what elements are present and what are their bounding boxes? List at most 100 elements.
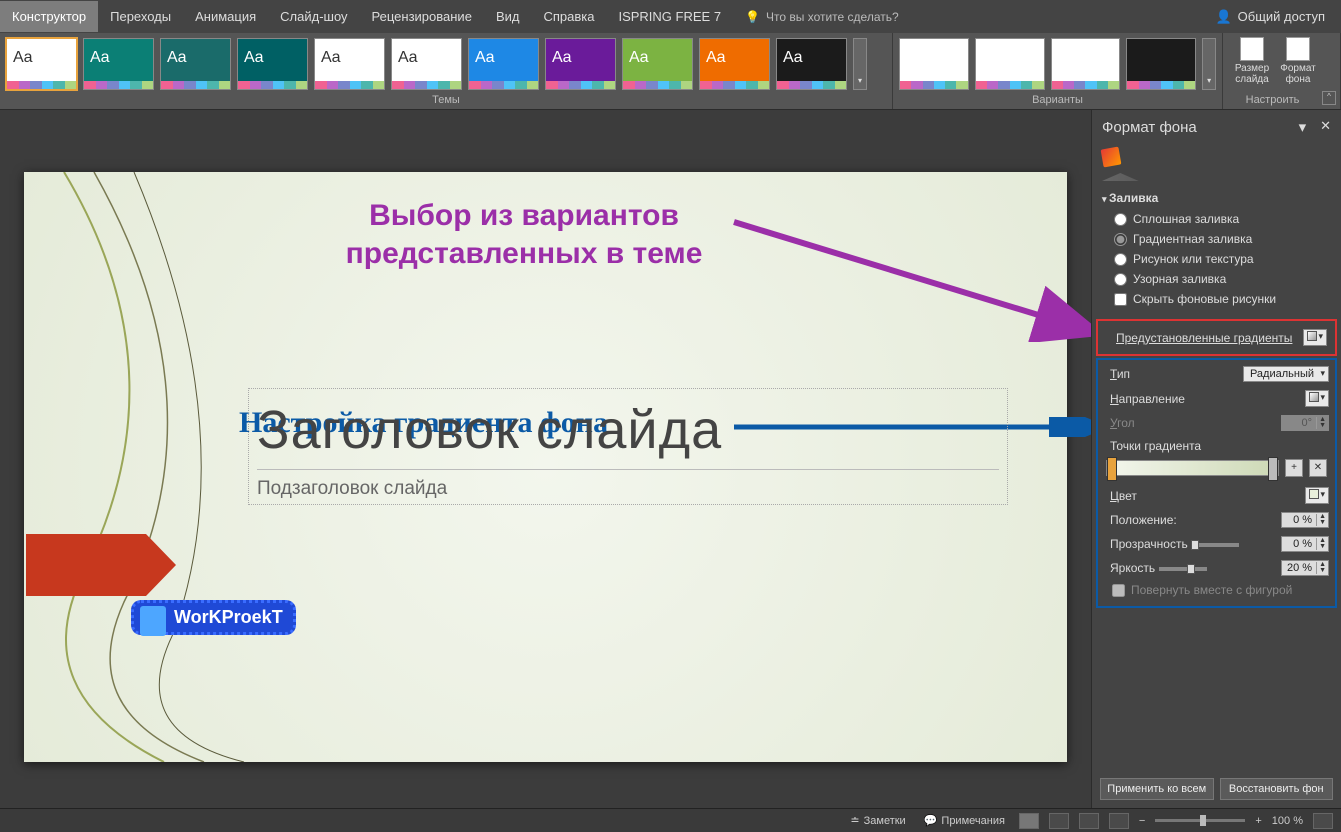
document-icon xyxy=(140,606,166,636)
zoom-out-button[interactable]: − xyxy=(1139,815,1145,827)
theme-thumb[interactable]: Aa xyxy=(83,38,154,90)
theme-thumb[interactable]: Aa xyxy=(776,38,847,90)
zoom-slider[interactable] xyxy=(1155,819,1245,822)
stops-label: Точки градиента xyxy=(1100,435,1333,453)
tab-help[interactable]: Справка xyxy=(531,1,606,32)
section-fill[interactable]: Заливка xyxy=(1102,187,1331,209)
pentagon-shape[interactable] xyxy=(26,534,176,596)
variant-thumb[interactable] xyxy=(975,38,1045,90)
direction-label: Направление xyxy=(1110,392,1185,406)
preset-gradients-box: Предустановленные градиенты xyxy=(1096,319,1337,356)
radio-pattern-fill[interactable]: Узорная заливка xyxy=(1102,269,1331,289)
tell-me-label: Что вы хотите сделать? xyxy=(766,10,899,24)
variant-thumb[interactable] xyxy=(1126,38,1196,90)
radio-solid-fill[interactable]: Сплошная заливка xyxy=(1102,209,1331,229)
tab-slideshow[interactable]: Слайд-шоу xyxy=(268,1,359,32)
reset-background-button[interactable]: Восстановить фон xyxy=(1220,778,1334,800)
angle-spinner: 0°▲▼ xyxy=(1281,415,1329,431)
variant-thumb[interactable] xyxy=(899,38,969,90)
slide-title[interactable]: Заголовок слайда xyxy=(257,399,999,461)
tab-review[interactable]: Рецензирование xyxy=(360,1,484,32)
tab-view[interactable]: Вид xyxy=(484,1,532,32)
title-placeholder[interactable]: Заголовок слайда Подзаголовок слайда xyxy=(248,388,1008,505)
tell-me[interactable]: 💡 Что вы хотите сделать? xyxy=(733,10,911,24)
radio-gradient-fill[interactable]: Градиентная заливка xyxy=(1102,229,1331,249)
gradient-stops-slider[interactable] xyxy=(1106,460,1279,476)
zoom-value[interactable]: 100 % xyxy=(1272,815,1303,827)
zoom-in-button[interactable]: + xyxy=(1255,815,1261,827)
transparency-spinner[interactable]: 0 %▲▼ xyxy=(1281,536,1329,552)
tab-design[interactable]: Конструктор xyxy=(0,1,98,32)
gradient-direction-dropdown[interactable] xyxy=(1305,390,1329,407)
variants-more-button[interactable]: ▾ xyxy=(1202,38,1216,90)
brightness-spinner[interactable]: 20 %▲▼ xyxy=(1281,560,1329,576)
color-label: Цвет xyxy=(1110,489,1137,503)
position-label: Положение: xyxy=(1110,513,1177,527)
angle-label: Угол xyxy=(1110,416,1135,430)
annotation-preset: Выбор из вариантовпредставленных в теме xyxy=(314,197,734,272)
checkbox-hide-bg-graphics[interactable]: Скрыть фоновые рисунки xyxy=(1102,289,1331,309)
radio-picture-fill[interactable]: Рисунок или текстура xyxy=(1102,249,1331,269)
sorter-view-button[interactable] xyxy=(1049,813,1069,829)
tab-transitions[interactable]: Переходы xyxy=(98,1,183,32)
slide-subtitle[interactable]: Подзаголовок слайда xyxy=(257,478,999,500)
apply-to-all-button[interactable]: Применить ко всем xyxy=(1100,778,1214,800)
tab-ispring[interactable]: ISPRING FREE 7 xyxy=(606,1,733,32)
person-icon: 👤 xyxy=(1215,9,1231,25)
logo-watermark: WorKProekT xyxy=(131,600,296,635)
group-label-customize: Настроить xyxy=(1223,92,1322,109)
theme-thumb[interactable]: Aa xyxy=(314,38,385,90)
status-bar: ≐Заметки 💬Примечания − + 100 % xyxy=(0,808,1341,832)
slide-workspace: Выбор из вариантовпредставленных в теме … xyxy=(0,110,1091,808)
slide-size-button[interactable]: Размер слайда xyxy=(1231,37,1273,85)
collapse-ribbon-button[interactable]: ^ xyxy=(1322,91,1336,105)
share-label: Общий доступ xyxy=(1238,9,1325,24)
type-label: Тип xyxy=(1110,367,1130,381)
panel-menu-button[interactable]: ▾ xyxy=(1299,118,1307,136)
format-bg-icon xyxy=(1286,37,1310,61)
theme-thumb[interactable]: Aa xyxy=(237,38,308,90)
arrow-icon xyxy=(724,212,1091,342)
format-background-button[interactable]: Формат фона xyxy=(1277,37,1319,85)
gradient-stop-handle[interactable] xyxy=(1268,457,1278,481)
slide-canvas[interactable]: Выбор из вариантовпредставленных в теме … xyxy=(24,172,1067,762)
comments-icon: 💬 xyxy=(924,814,938,827)
notes-button[interactable]: ≐Заметки xyxy=(846,814,909,827)
checkbox-rotate-with-shape: Повернуть вместе с фигурой xyxy=(1100,580,1333,600)
preset-gradients-dropdown[interactable] xyxy=(1303,329,1327,346)
theme-thumb[interactable]: Aa xyxy=(622,38,693,90)
group-label-variants: Варианты xyxy=(893,92,1222,109)
tab-animation[interactable]: Анимация xyxy=(183,1,268,32)
theme-thumb[interactable]: Aa xyxy=(160,38,231,90)
fit-to-window-button[interactable] xyxy=(1313,813,1333,829)
theme-thumb[interactable]: Aa xyxy=(545,38,616,90)
normal-view-button[interactable] xyxy=(1019,813,1039,829)
themes-gallery: Aa Aa Aa Aa Aa Aa Aa Aa Aa Aa Aa ▾ xyxy=(0,33,892,90)
ribbon-tabs: Конструктор Переходы Анимация Слайд-шоу … xyxy=(0,0,1341,33)
fill-bucket-icon[interactable] xyxy=(1101,147,1122,168)
gradient-stop-handle[interactable] xyxy=(1107,457,1117,481)
brightness-slider[interactable] xyxy=(1159,567,1207,571)
comments-button[interactable]: 💬Примечания xyxy=(920,814,1009,827)
group-label-themes: Темы xyxy=(0,92,892,109)
panel-close-button[interactable]: ✕ xyxy=(1320,118,1331,136)
remove-stop-button[interactable]: ✕ xyxy=(1309,459,1327,477)
gradient-settings-box: Тип Радиальный Направление Угол 0°▲▼ Точ… xyxy=(1096,358,1337,608)
panel-separator xyxy=(1102,173,1331,181)
theme-thumb[interactable]: Aa xyxy=(468,38,539,90)
reading-view-button[interactable] xyxy=(1079,813,1099,829)
position-spinner[interactable]: 0 %▲▼ xyxy=(1281,512,1329,528)
theme-thumb[interactable]: Aa xyxy=(391,38,462,90)
theme-thumb[interactable]: Aa xyxy=(699,38,770,90)
transparency-slider[interactable] xyxy=(1191,543,1239,547)
slideshow-view-button[interactable] xyxy=(1109,813,1129,829)
color-dropdown[interactable] xyxy=(1305,487,1329,504)
variant-thumb[interactable] xyxy=(1051,38,1121,90)
notes-icon: ≐ xyxy=(850,814,859,827)
bulb-icon: 💡 xyxy=(745,10,760,24)
add-stop-button[interactable]: + xyxy=(1285,459,1303,477)
themes-more-button[interactable]: ▾ xyxy=(853,38,867,90)
gradient-type-dropdown[interactable]: Радиальный xyxy=(1243,366,1329,382)
theme-thumb[interactable]: Aa xyxy=(6,38,77,90)
share-button[interactable]: 👤 Общий доступ xyxy=(1199,9,1341,25)
